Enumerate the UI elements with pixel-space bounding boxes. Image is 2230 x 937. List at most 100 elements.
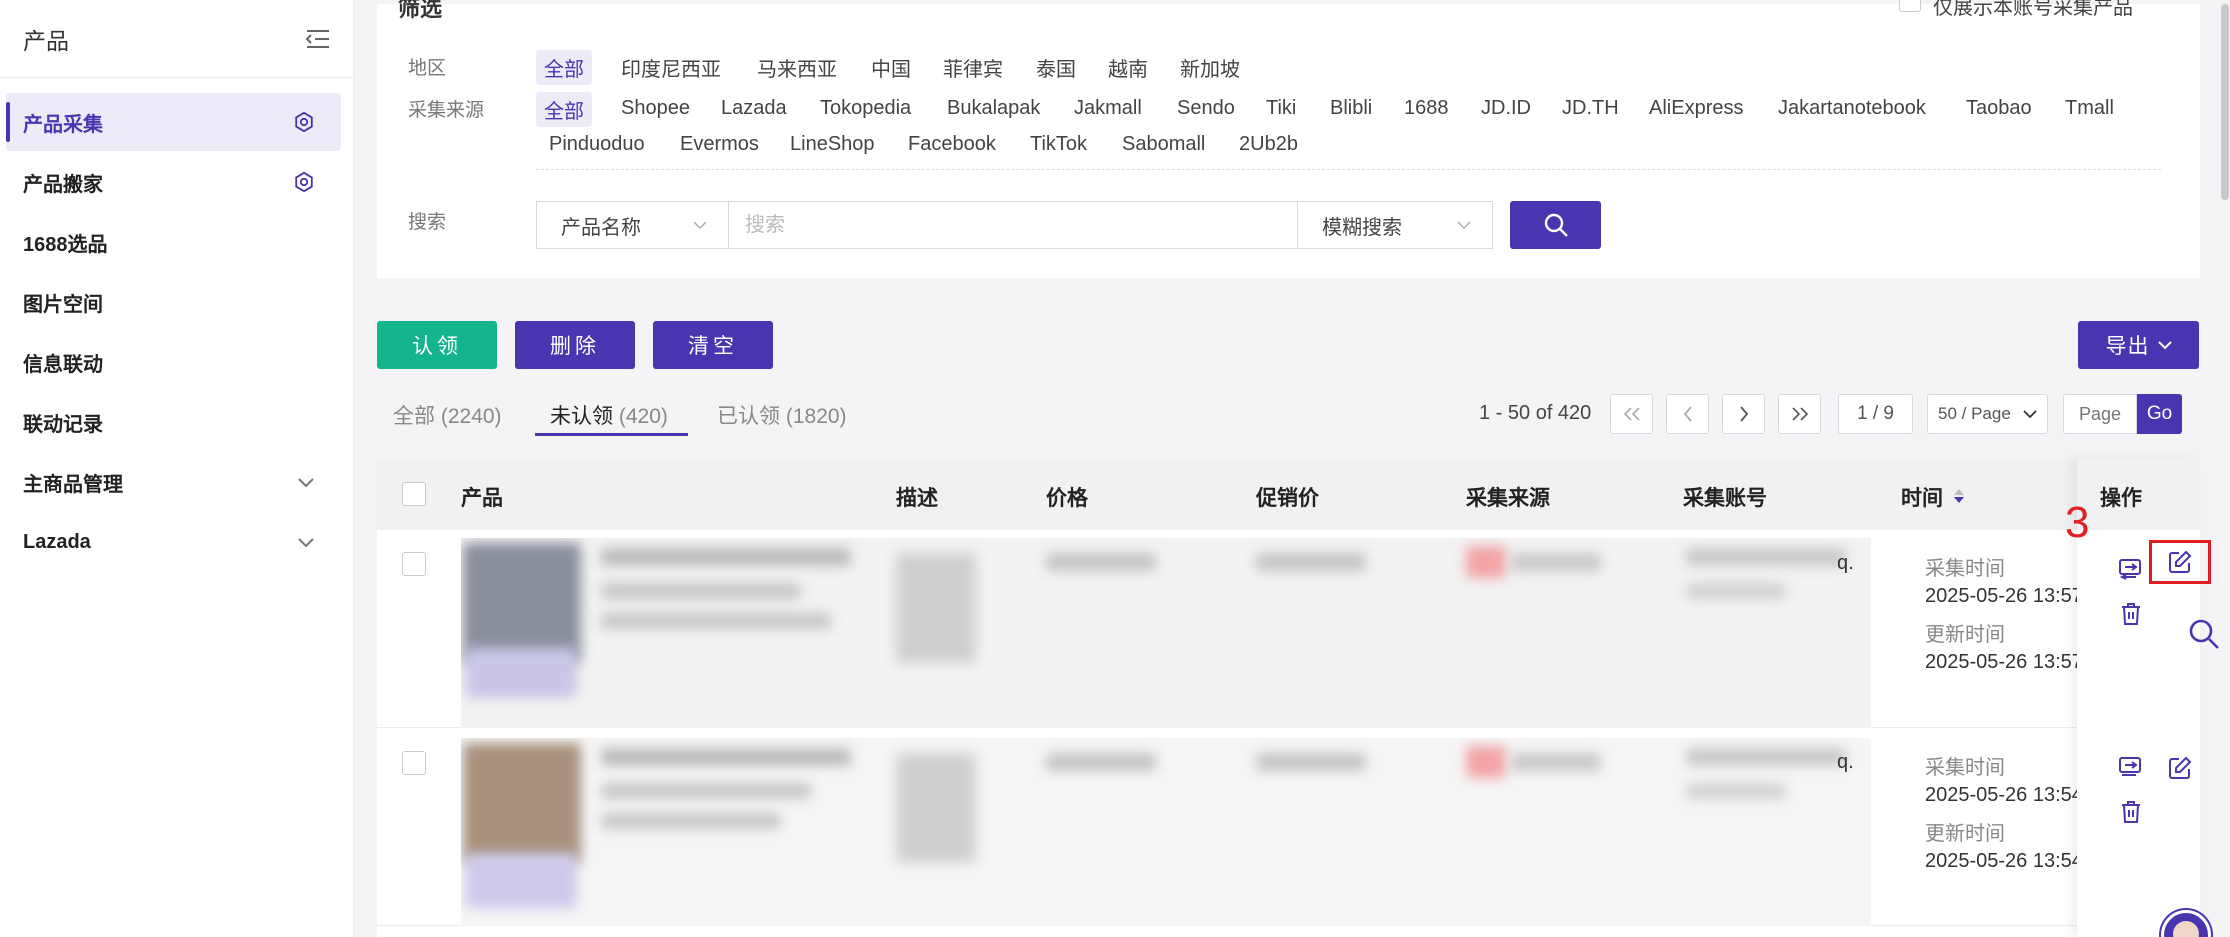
- search-field-select[interactable]: 产品名称: [536, 201, 729, 249]
- source-option[interactable]: Tiki: [1266, 97, 1296, 120]
- source-option[interactable]: Bukalapak: [947, 97, 1040, 120]
- sidebar-item-product-move[interactable]: 产品搬家: [6, 153, 341, 211]
- source-option[interactable]: Lazada: [721, 97, 787, 120]
- go-button[interactable]: Go: [2137, 394, 2182, 434]
- tab-claimed[interactable]: 已认领 (1820): [717, 400, 847, 430]
- source-option[interactable]: LineShop: [790, 133, 875, 156]
- col-header-product: 产品: [461, 487, 503, 510]
- source-option[interactable]: Tmall: [2065, 97, 2114, 120]
- source-option[interactable]: AliExpress: [1649, 97, 1743, 120]
- tab-count: (1820): [785, 405, 847, 428]
- update-time: 2025-05-26 13:54: [1925, 850, 2083, 872]
- scrollbar-thumb[interactable]: [2221, 4, 2229, 200]
- sidebar: 产品 产品采集 产品搬家 1688选品 图片空间 信息联动 联动记录 主商品管理…: [0, 0, 354, 937]
- collapse-sidebar-icon[interactable]: [305, 28, 331, 50]
- region-option[interactable]: 菲律宾: [943, 53, 1003, 82]
- tab-unclaimed[interactable]: 未认领 (420): [550, 400, 668, 430]
- region-option[interactable]: 马来西亚: [757, 53, 837, 82]
- source-option[interactable]: Jakartanotebook: [1778, 97, 1926, 120]
- sidebar-item-link-records[interactable]: 联动记录: [6, 393, 341, 451]
- sidebar-item-image-space[interactable]: 图片空间: [6, 273, 341, 331]
- source-option[interactable]: Taobao: [1966, 97, 2032, 120]
- source-option[interactable]: 1688: [1404, 97, 1449, 120]
- floating-search-icon[interactable]: [2184, 614, 2224, 654]
- col-header-account: 采集账号: [1683, 487, 1767, 510]
- search-button[interactable]: [1510, 201, 1601, 249]
- row-checkbox[interactable]: [402, 552, 426, 576]
- step-number-annotation: 3: [2065, 498, 2090, 547]
- first-page-button[interactable]: [1610, 394, 1653, 434]
- search-mode-select[interactable]: 模糊搜索: [1297, 201, 1493, 249]
- claim-button[interactable]: 认领: [377, 321, 497, 369]
- sync-product-icon[interactable]: [2113, 552, 2149, 588]
- source-option[interactable]: Shopee: [621, 97, 690, 120]
- source-label: 采集来源: [408, 100, 485, 121]
- scrollbar[interactable]: [2220, 0, 2230, 937]
- sidebar-item-label: 产品采集: [23, 113, 103, 136]
- source-option[interactable]: Pinduoduo: [549, 133, 645, 156]
- page-size-select[interactable]: 50 / Page: [1927, 394, 2048, 434]
- region-label: 地区: [408, 58, 447, 79]
- gear-icon[interactable]: [293, 171, 315, 193]
- clear-button[interactable]: 清空: [653, 321, 773, 369]
- chevron-left-icon: [1683, 406, 1693, 422]
- search-input[interactable]: [745, 213, 1281, 237]
- source-option[interactable]: Evermos: [680, 133, 759, 156]
- filter-panel: 筛选 仅展示本账号采集产品 地区 全部 印度尼西亚 马来西亚 中国 菲律宾 泰国…: [377, 0, 2200, 278]
- edit-product-icon[interactable]: [2149, 540, 2211, 584]
- source-option[interactable]: Tokopedia: [820, 97, 911, 120]
- update-time: 2025-05-26 13:57: [1925, 651, 2083, 673]
- sidebar-item-lazada[interactable]: Lazada: [6, 513, 341, 571]
- trash-icon[interactable]: [2113, 596, 2149, 632]
- sidebar-item-label: 信息联动: [23, 353, 103, 376]
- chevron-down-icon: [297, 476, 315, 488]
- sidebar-item-info-link[interactable]: 信息联动: [6, 333, 341, 391]
- source-option[interactable]: 全部: [536, 92, 592, 127]
- region-option[interactable]: 全部: [536, 50, 592, 85]
- table-row: q. 采集时间 2025-05-26 13:54 更新时间 2025-05-26…: [377, 728, 2200, 926]
- sidebar-title: 产品: [23, 27, 69, 54]
- region-option[interactable]: 泰国: [1036, 53, 1076, 82]
- sort-icon[interactable]: [1953, 487, 1965, 511]
- chevron-down-icon: [2023, 409, 2037, 419]
- collect-time-label: 采集时间: [1925, 558, 2005, 580]
- sidebar-item-1688[interactable]: 1688选品: [6, 213, 341, 271]
- account-tail: q.: [1837, 552, 1854, 574]
- source-option[interactable]: Facebook: [908, 133, 996, 156]
- col-header-time[interactable]: 时间: [1901, 482, 1965, 512]
- source-option[interactable]: Sabomall: [1122, 133, 1205, 156]
- trash-icon[interactable]: [2113, 794, 2149, 830]
- edit-product-icon[interactable]: [2162, 750, 2198, 786]
- next-page-button[interactable]: [1722, 394, 1765, 434]
- gear-icon[interactable]: [293, 111, 315, 133]
- delete-button[interactable]: 删除: [515, 321, 635, 369]
- select-all-checkbox[interactable]: [402, 482, 426, 506]
- sidebar-item-product-collection[interactable]: 产品采集: [6, 93, 341, 151]
- region-option[interactable]: 印度尼西亚: [621, 53, 721, 82]
- source-option[interactable]: 2Ub2b: [1239, 133, 1298, 156]
- last-page-button[interactable]: [1778, 394, 1821, 434]
- sidebar-item-main-product-mgmt[interactable]: 主商品管理: [6, 453, 341, 511]
- region-option[interactable]: 越南: [1108, 53, 1148, 82]
- sidebar-item-label: 1688选品: [23, 233, 108, 256]
- own-account-only-checkbox[interactable]: [1899, 0, 1921, 12]
- tab-all[interactable]: 全部 (2240): [393, 400, 502, 430]
- source-option[interactable]: Blibli: [1330, 97, 1372, 120]
- sync-product-icon[interactable]: [2113, 750, 2149, 786]
- page-indicator[interactable]: 1 / 9: [1838, 394, 1913, 434]
- prev-page-button[interactable]: [1666, 394, 1709, 434]
- source-option[interactable]: Jakmall: [1074, 97, 1142, 120]
- export-button[interactable]: 导出: [2078, 321, 2199, 369]
- source-option[interactable]: JD.ID: [1481, 97, 1531, 120]
- active-tab-indicator: [535, 433, 688, 436]
- source-option[interactable]: Sendo: [1177, 97, 1235, 120]
- source-option[interactable]: JD.TH: [1562, 97, 1619, 120]
- row-checkbox[interactable]: [402, 751, 426, 775]
- search-icon: [1543, 212, 1569, 238]
- region-option[interactable]: 中国: [871, 53, 911, 82]
- product-table: 产品 描述 价格 促销价 采集来源 采集账号 时间 q. 采集时间 2025-0…: [377, 458, 2211, 937]
- page-jump-input[interactable]: [2070, 403, 2130, 425]
- chevron-down-icon: [692, 220, 708, 230]
- region-option[interactable]: 新加坡: [1180, 53, 1240, 82]
- source-option[interactable]: TikTok: [1030, 133, 1087, 156]
